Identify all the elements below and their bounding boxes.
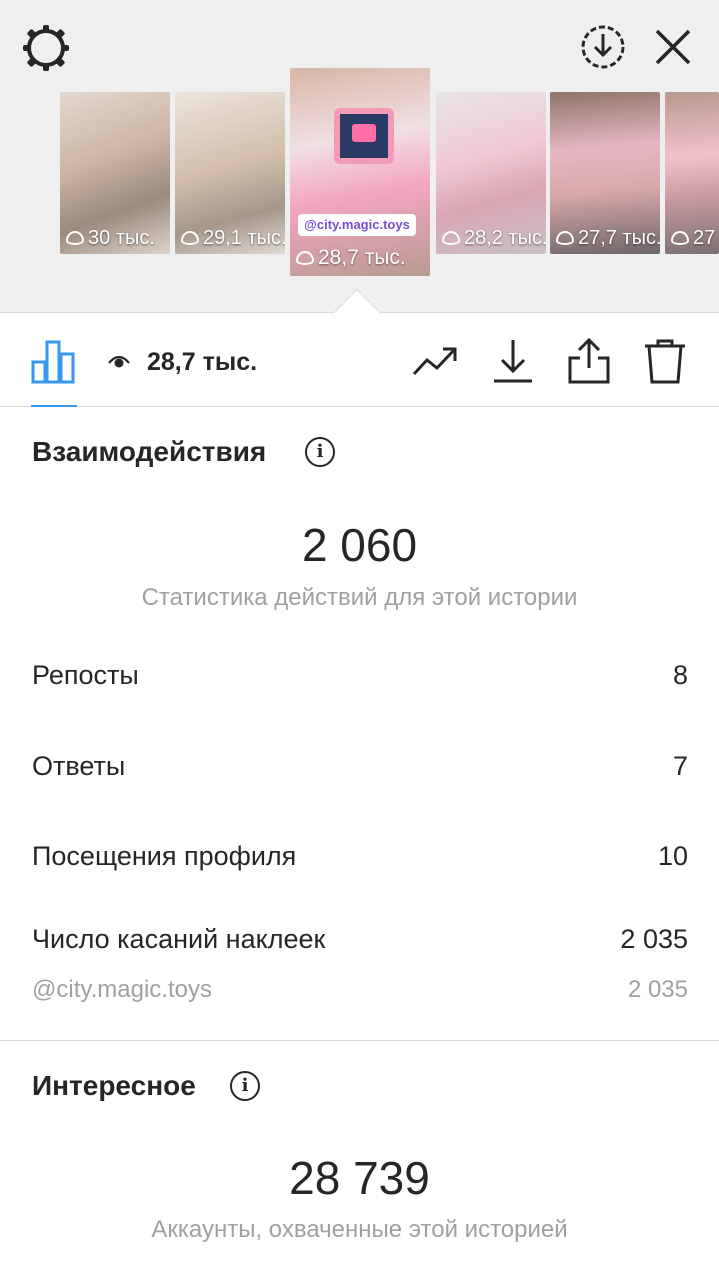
eye-icon: [556, 231, 574, 245]
download-icon[interactable]: [488, 336, 538, 386]
eye-icon: [296, 251, 314, 265]
story-thumbnail[interactable]: 27: [665, 92, 719, 254]
stat-row-sticker-mention: @city.magic.toys 2 035: [32, 976, 688, 1004]
close-icon[interactable]: [652, 26, 694, 68]
info-icon[interactable]: i: [305, 437, 335, 467]
trash-icon[interactable]: [640, 336, 690, 386]
story-views-value: 28,7 тыс.: [318, 246, 406, 269]
stories-strip: 30 тыс. 29,1 тыс. @city.magic.toys 28,7 …: [0, 0, 719, 313]
views-total: 28,7 тыс.: [147, 348, 258, 376]
story-views: 27,7 тыс.: [556, 227, 660, 250]
interactions-subtitle: Статистика действий для этой истории: [141, 584, 578, 611]
stat-label: Ответы: [32, 751, 126, 781]
eye-icon: [671, 231, 689, 245]
story-views-value: 27: [693, 227, 716, 249]
discovery-total: 28 739: [289, 1152, 430, 1204]
stat-value: 2 035: [627, 976, 688, 1003]
story-views-value: 27,7 тыс.: [578, 227, 660, 249]
eye-icon: [108, 355, 130, 368]
stat-row-reposts: Репосты 8: [32, 660, 688, 691]
eye-icon: [66, 231, 84, 245]
active-tab-indicator: [31, 405, 77, 407]
stat-value: 10: [657, 841, 688, 871]
stat-label: Число касаний наклеек: [32, 924, 326, 954]
bar-chart-icon[interactable]: [30, 338, 76, 384]
interactions-title: Взаимодействия: [32, 436, 267, 467]
stat-label: Посещения профиля: [32, 841, 297, 871]
discovery-subtitle: Аккаунты, охваченные этой историей: [151, 1216, 568, 1243]
stat-row-profile-visits: Посещения профиля 10: [32, 841, 688, 872]
stat-label: @city.magic.toys: [32, 976, 212, 1003]
section-divider: [0, 1040, 719, 1041]
story-thumbnail[interactable]: 29,1 тыс.: [175, 92, 285, 254]
story-toolbar: 28,7 тыс.: [0, 314, 719, 407]
story-thumbnail[interactable]: 30 тыс.: [60, 92, 170, 254]
share-icon[interactable]: [564, 336, 614, 386]
story-thumbnail-selected[interactable]: @city.magic.toys 28,7 тыс.: [290, 68, 430, 276]
story-views: 30 тыс.: [66, 227, 155, 250]
trend-icon[interactable]: [410, 336, 460, 386]
story-views: 29,1 тыс.: [181, 227, 285, 250]
eye-icon: [442, 231, 460, 245]
stat-row-sticker-taps: Число касаний наклеек 2 035: [32, 924, 688, 955]
info-icon[interactable]: i: [230, 1071, 260, 1101]
interactions-total: 2 060: [301, 519, 418, 571]
camera-toy-image: [334, 108, 394, 164]
story-views-value: 29,1 тыс.: [203, 227, 285, 249]
story-views: 27: [671, 227, 715, 250]
stat-label: Репосты: [32, 660, 139, 690]
download-circle-icon[interactable]: [578, 22, 628, 72]
story-views: 28,7 тыс.: [296, 246, 406, 270]
story-views-value: 28,2 тыс.: [464, 227, 546, 249]
story-thumbnail[interactable]: 28,2 тыс.: [436, 92, 546, 254]
story-views: 28,2 тыс.: [442, 227, 546, 250]
story-views-value: 30 тыс.: [88, 227, 155, 249]
mention-sticker[interactable]: @city.magic.toys: [298, 214, 416, 236]
discovery-title: Интересное: [32, 1070, 196, 1101]
stat-value: 7: [672, 751, 688, 781]
stat-row-replies: Ответы 7: [32, 751, 688, 782]
stat-value: 8: [672, 660, 688, 690]
story-thumbnail[interactable]: 27,7 тыс.: [550, 92, 660, 254]
eye-icon: [181, 231, 199, 245]
settings-icon[interactable]: [20, 22, 72, 74]
stat-value: 2 035: [620, 924, 688, 954]
